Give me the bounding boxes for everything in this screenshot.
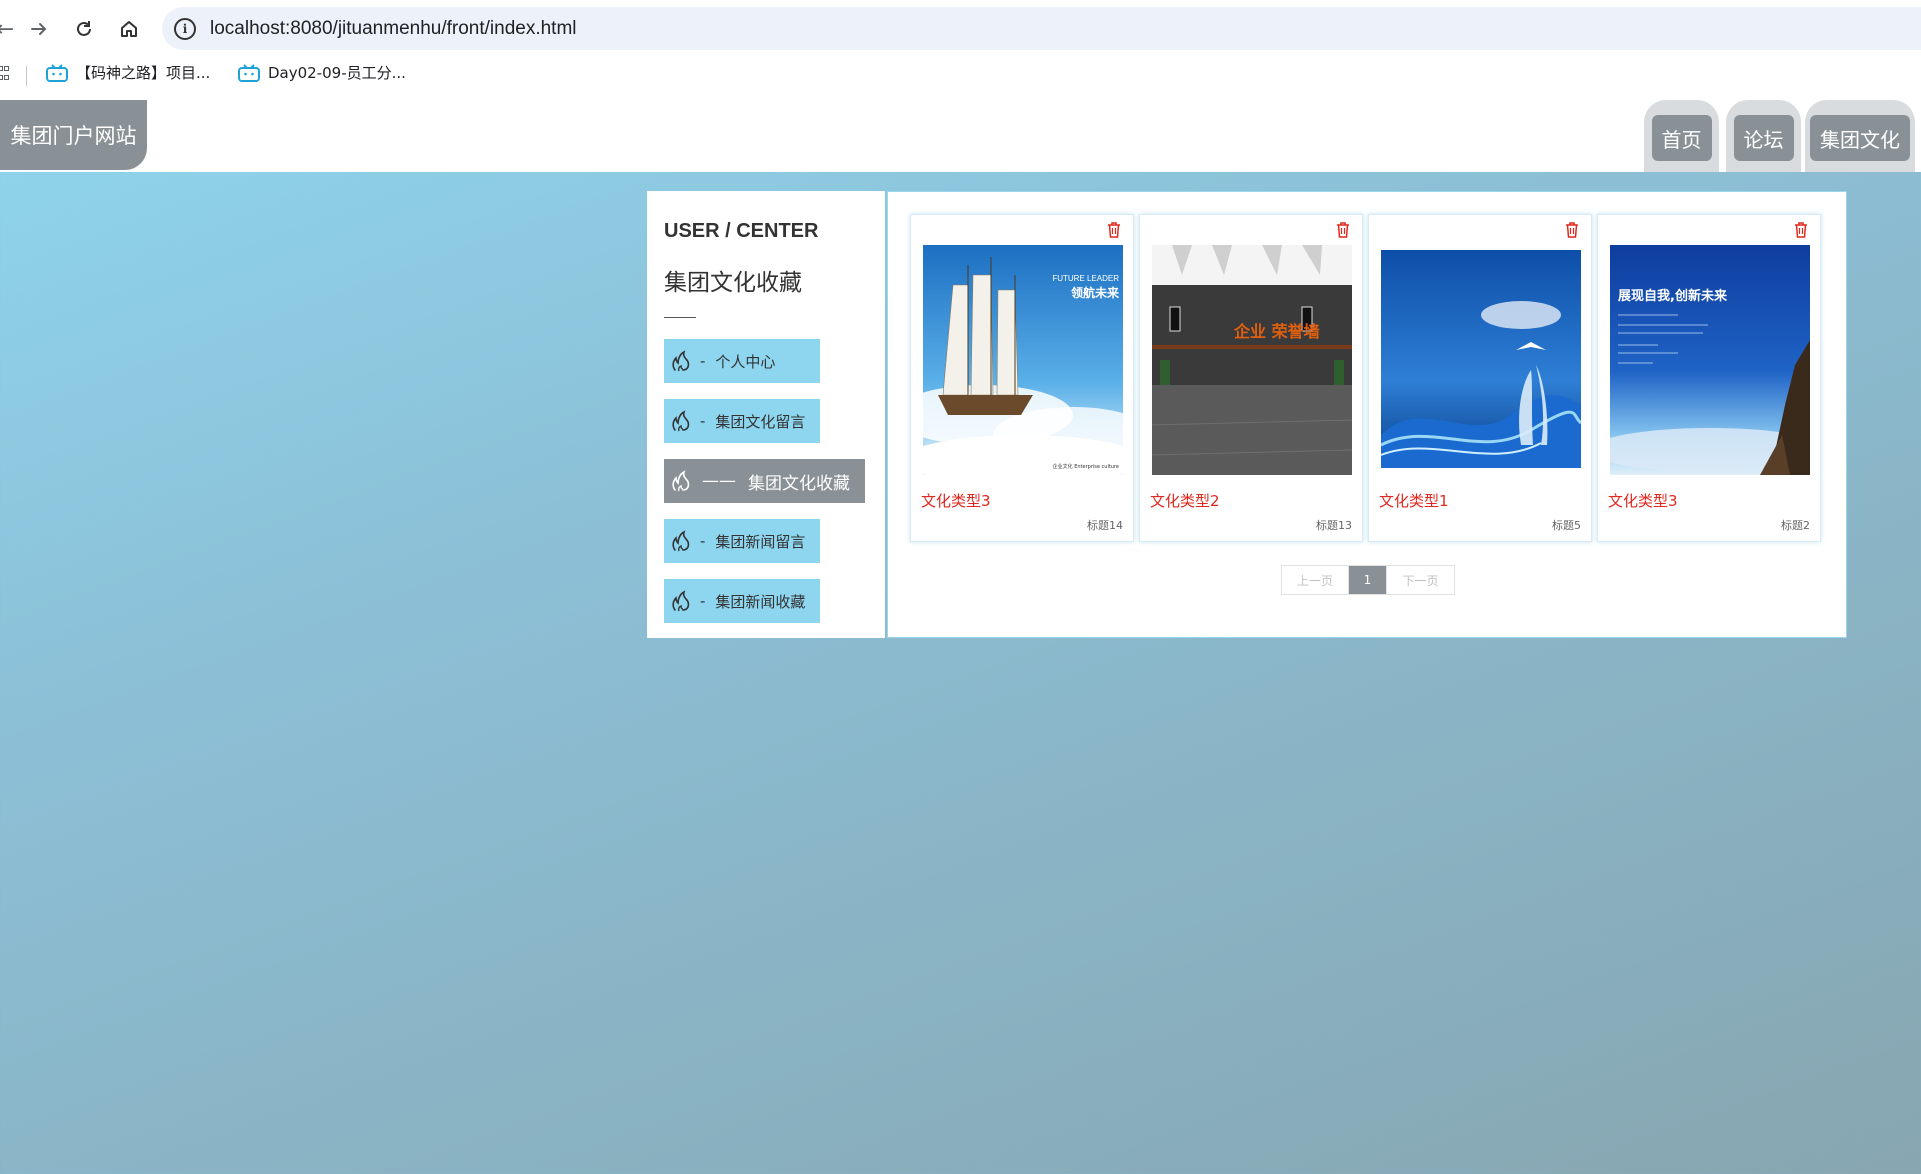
forward-arrow-icon[interactable] [24,14,54,44]
bilibili-icon [238,63,260,82]
sidebar-item-label: 个人中心 [715,352,776,371]
favorite-card[interactable]: 展现自我,创新未来 文化类型3 标题2 [1597,214,1821,542]
bookmark-label: Day02-09-员工分... [268,64,406,82]
menu-dash: - [700,412,706,430]
card-image[interactable]: 展现自我,创新未来 [1610,245,1810,475]
address-bar[interactable]: i localhost:8080/jituanmenhu/front/index… [162,7,1921,50]
water-hands-bird-poster [1381,245,1581,475]
site-logo[interactable]: 集团门户网站 [0,100,147,170]
bookmark-item-2[interactable]: Day02-09-员工分... [238,62,406,83]
card-title: 标题14 [1087,519,1123,532]
browser-chrome: ← i localhost:8080/jituanmenhu/front/ind… [0,0,1921,100]
site-info-icon[interactable]: i [174,17,196,40]
flame-icon [672,350,690,372]
card-image[interactable]: 企业 荣誉墙 [1152,245,1352,475]
bookmark-separator [26,66,27,86]
poster-foot-text: 企业文化 Enterprise culture [1053,463,1119,470]
favorite-card[interactable]: FUTURE LEADER 领航未来 企业文化 Enterprise cultu… [910,214,1134,542]
favorite-card[interactable]: 文化类型1 标题5 [1368,214,1592,542]
apps-grid-icon[interactable] [0,66,10,84]
url-text: localhost:8080/jituanmenhu/front/index.h… [210,17,577,39]
menu-dash: - [700,592,706,610]
sidebar-item-label: 集团新闻留言 [715,532,806,551]
sidebar-subtitle: 集团文化收藏 [664,270,802,296]
trash-icon[interactable] [1794,222,1808,238]
sailing-ship-poster: FUTURE LEADER 领航未来 企业文化 Enterprise cultu… [923,245,1123,475]
flame-icon [672,590,690,612]
card-type[interactable]: 文化类型1 [1379,490,1449,511]
home-icon[interactable] [114,14,144,44]
menu-dash: —— [702,471,736,491]
nav-culture[interactable]: 集团文化 [1805,100,1915,172]
card-title: 标题5 [1552,519,1581,532]
trash-icon[interactable] [1107,222,1121,238]
eagle-sky-poster: 展现自我,创新未来 [1610,245,1810,475]
bookmark-label: 【码神之路】项目... [76,64,211,82]
sidebar-item-news-messages[interactable]: - 集团新闻留言 [664,519,820,563]
sidebar-item-culture-messages[interactable]: - 集团文化留言 [664,399,820,443]
bookmark-item-1[interactable]: 【码神之路】项目... [46,62,210,83]
pagination: 上一页 1 下一页 [1281,565,1455,595]
bilibili-icon [46,63,68,82]
favorite-card[interactable]: 企业 荣誉墙 文化类型2 标题13 [1139,214,1363,542]
sidebar-item-label: 集团文化留言 [715,412,806,431]
honor-wall-room: 企业 荣誉墙 [1152,245,1352,475]
flame-icon [672,470,690,492]
flame-icon [672,530,690,552]
card-title: 标题2 [1781,519,1810,532]
nav-forum[interactable]: 论坛 [1726,100,1801,172]
user-center-sidebar: USER / CENTER 集团文化收藏 - 个人中心 - 集团文化留言 —— … [647,191,885,638]
nav-home-label: 首页 [1651,115,1712,161]
sidebar-item-culture-favorites[interactable]: —— 集团文化收藏 [664,459,865,503]
trash-icon[interactable] [1336,222,1350,238]
card-type[interactable]: 文化类型2 [1150,490,1220,511]
sidebar-item-label: 集团新闻收藏 [715,592,806,611]
menu-dash: - [700,352,706,370]
card-image[interactable]: FUTURE LEADER 领航未来 企业文化 Enterprise cultu… [923,245,1123,475]
site-header: 集团门户网站 首页 论坛 集团文化 [0,100,1921,172]
card-image[interactable] [1381,245,1581,475]
poster-cn-text: 展现自我,创新未来 [1618,288,1728,304]
nav-culture-label: 集团文化 [1810,115,1910,161]
sidebar-item-label: 集团文化收藏 [748,473,850,494]
card-type[interactable]: 文化类型3 [1608,490,1678,511]
flame-icon [672,410,690,432]
menu-dash: - [700,532,706,550]
sidebar-divider [664,317,696,318]
bookmarks-bar: 【码神之路】项目... Day02-09-员工分... [0,56,1921,96]
nav-forum-label: 论坛 [1733,115,1794,161]
poster-en-text: FUTURE LEADER [1052,274,1119,283]
current-page-button[interactable]: 1 [1349,566,1386,594]
back-arrow-icon[interactable]: ← [0,14,20,44]
reload-icon[interactable] [69,14,99,44]
sidebar-item-personal-center[interactable]: - 个人中心 [664,339,820,383]
favorites-panel: FUTURE LEADER 领航未来 企业文化 Enterprise cultu… [887,191,1847,638]
poster-cn-text: 企业 荣誉墙 [1233,322,1320,341]
prev-page-button[interactable]: 上一页 [1282,566,1349,594]
sidebar-item-news-favorites[interactable]: - 集团新闻收藏 [664,579,820,623]
trash-icon[interactable] [1565,222,1579,238]
nav-home[interactable]: 首页 [1644,100,1719,172]
poster-cn-text: 领航未来 [1071,285,1120,300]
card-title: 标题13 [1316,519,1352,532]
card-type[interactable]: 文化类型3 [921,490,991,511]
next-page-button[interactable]: 下一页 [1386,566,1454,594]
sidebar-title: USER / CENTER [664,220,819,242]
